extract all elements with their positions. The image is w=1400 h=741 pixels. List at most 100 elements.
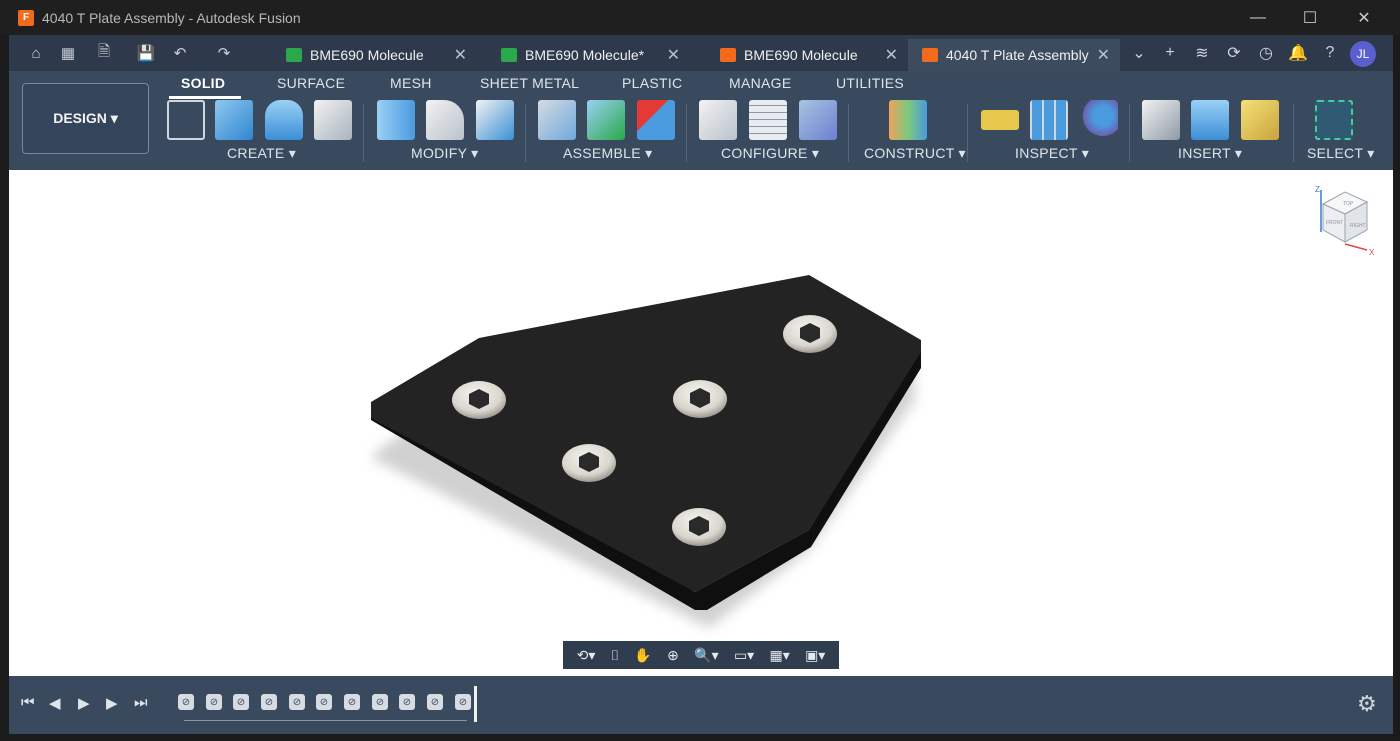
timeline-joint-feature[interactable]: ⊘ bbox=[372, 694, 388, 710]
grid-settings-icon[interactable]: ▦▾ bbox=[770, 647, 790, 664]
go-to-end-icon[interactable]: ⏭ bbox=[134, 694, 148, 711]
display-settings-icon[interactable]: ▭▾ bbox=[734, 647, 754, 664]
help-icon[interactable]: ? bbox=[1314, 35, 1346, 71]
z-axis-label: Z bbox=[1315, 185, 1320, 194]
timeline-position-marker[interactable] bbox=[474, 686, 477, 722]
timeline-joint-feature[interactable]: ⊘ bbox=[261, 694, 277, 710]
file-menu-icon[interactable]: 🗎 bbox=[89, 35, 119, 71]
construct-plane-icon[interactable] bbox=[889, 100, 927, 140]
undo-icon[interactable]: ↶ bbox=[165, 35, 195, 71]
fillet-icon[interactable] bbox=[426, 100, 464, 140]
revolve-icon[interactable] bbox=[265, 100, 303, 140]
configure-part-icon[interactable] bbox=[699, 100, 737, 140]
window-select-icon[interactable] bbox=[1315, 100, 1353, 140]
job-status-clock-icon[interactable]: ◷ bbox=[1250, 35, 1282, 71]
create-group-menu[interactable]: CREATE ▾ bbox=[227, 145, 296, 162]
data-panel-grid-icon[interactable]: ▦ bbox=[53, 35, 83, 71]
shell-icon[interactable] bbox=[476, 100, 514, 140]
fusion-app-icon: F bbox=[18, 9, 34, 26]
save-icon[interactable]: 💾 bbox=[131, 35, 161, 71]
timeline-joint-feature[interactable]: ⊘ bbox=[427, 694, 443, 710]
extensions-icon[interactable]: ⟳ bbox=[1218, 35, 1250, 71]
joint-icon[interactable] bbox=[538, 100, 576, 140]
insert-canvas-image-icon[interactable] bbox=[1191, 100, 1229, 140]
construct-group-menu[interactable]: CONSTRUCT ▾ bbox=[864, 145, 966, 162]
timeline-joint-feature[interactable]: ⊘ bbox=[178, 694, 194, 710]
select-group-menu[interactable]: SELECT ▾ bbox=[1307, 145, 1375, 162]
create-sketch-icon[interactable] bbox=[167, 100, 205, 140]
zoom-icon[interactable]: ⊕ bbox=[667, 647, 679, 664]
tab-bme690-molecule-2[interactable]: BME690 Molecule* ✕ bbox=[487, 39, 690, 71]
tab-4040-t-plate-assembly[interactable]: 4040 T Plate Assembly ✕ bbox=[908, 39, 1120, 71]
model-render bbox=[371, 275, 921, 628]
screw-head bbox=[562, 444, 616, 482]
tab-bme690-molecule-3[interactable]: BME690 Molecule ✕ bbox=[706, 39, 908, 71]
modify-group-menu[interactable]: MODIFY ▾ bbox=[411, 145, 479, 162]
notifications-bell-icon[interactable]: 🔔 bbox=[1282, 35, 1314, 71]
user-avatar[interactable]: JL bbox=[1350, 41, 1376, 67]
3d-canvas-viewport[interactable]: TOP FRONT RIGHT Z X ⟲▾ ⌷ ✋ ⊕ 🔍▾ ▭▾ ▦▾ ▣▾ bbox=[9, 170, 1393, 676]
tab-mesh[interactable]: MESH bbox=[390, 75, 432, 91]
look-at-icon[interactable]: ⌷ bbox=[611, 647, 619, 664]
insert-derive-icon[interactable] bbox=[1142, 100, 1180, 140]
tab-manage[interactable]: MANAGE bbox=[729, 75, 791, 91]
timeline-joint-feature[interactable]: ⊘ bbox=[455, 694, 471, 710]
minimize-button[interactable]: — bbox=[1232, 0, 1284, 35]
design-box-icon bbox=[922, 48, 938, 62]
timeline-joint-feature[interactable]: ⊘ bbox=[344, 694, 360, 710]
design-box-icon bbox=[720, 48, 736, 62]
insert-mesh-icon[interactable] bbox=[1241, 100, 1279, 140]
close-tab-icon[interactable]: ✕ bbox=[885, 45, 898, 65]
step-forward-icon[interactable]: ▶ bbox=[106, 694, 118, 712]
fit-zoom-icon[interactable]: 🔍▾ bbox=[694, 647, 718, 664]
configure-group-menu[interactable]: CONFIGURE ▾ bbox=[721, 145, 819, 162]
as-built-joint-icon[interactable] bbox=[637, 100, 675, 140]
close-tab-icon[interactable]: ✕ bbox=[1097, 45, 1110, 65]
interference-icon[interactable] bbox=[1030, 100, 1068, 140]
insert-group-menu[interactable]: INSERT ▾ bbox=[1178, 145, 1242, 162]
data-icon[interactable]: ≋ bbox=[1186, 35, 1218, 71]
assemble-group-menu[interactable]: ASSEMBLE ▾ bbox=[563, 145, 652, 162]
close-tab-icon[interactable]: ✕ bbox=[454, 45, 467, 65]
document-tab-bar: ⌂ ▦ 🗎 💾 ↶ ↷ BME690 Molecule ✕ BME690 Mol… bbox=[9, 35, 1393, 71]
x-axis-label: X bbox=[1369, 248, 1375, 256]
configuration-rules-icon[interactable] bbox=[799, 100, 837, 140]
close-button[interactable]: ✕ bbox=[1338, 0, 1390, 35]
timeline-joint-feature[interactable]: ⊘ bbox=[233, 694, 249, 710]
tab-solid[interactable]: SOLID bbox=[181, 75, 225, 91]
workspace-switcher-button[interactable]: DESIGN ▾ bbox=[22, 83, 149, 154]
tab-bme690-molecule-1[interactable]: BME690 Molecule ✕ bbox=[272, 39, 477, 71]
tab-sheet-metal[interactable]: SHEET METAL bbox=[480, 75, 579, 91]
section-analysis-icon[interactable] bbox=[1080, 100, 1118, 140]
extrude-icon[interactable] bbox=[215, 100, 253, 140]
screw-head bbox=[673, 380, 727, 418]
tab-plastic[interactable]: PLASTIC bbox=[622, 75, 682, 91]
timeline-joint-feature[interactable]: ⊘ bbox=[206, 694, 222, 710]
timeline-joint-feature[interactable]: ⊘ bbox=[316, 694, 332, 710]
pan-hand-icon[interactable]: ✋ bbox=[634, 647, 651, 664]
viewports-icon[interactable]: ▣▾ bbox=[805, 647, 825, 664]
window-title: 4040 T Plate Assembly - Autodesk Fusion bbox=[42, 9, 301, 26]
hole-box-icon[interactable] bbox=[314, 100, 352, 140]
timeline-joint-feature[interactable]: ⊘ bbox=[289, 694, 305, 710]
maximize-button[interactable]: ☐ bbox=[1284, 0, 1336, 35]
orbit-icon[interactable]: ⟲▾ bbox=[577, 647, 596, 664]
new-component-icon[interactable] bbox=[587, 100, 625, 140]
new-tab-plus-icon[interactable]: + bbox=[1154, 35, 1186, 71]
close-tab-icon[interactable]: ✕ bbox=[667, 45, 680, 65]
press-pull-icon[interactable] bbox=[377, 100, 415, 140]
chevron-down-icon[interactable]: ⌄ bbox=[1123, 35, 1155, 71]
measure-ruler-icon[interactable] bbox=[981, 110, 1019, 130]
timeline-joint-feature[interactable]: ⊘ bbox=[399, 694, 415, 710]
viewcube[interactable]: TOP FRONT RIGHT Z X bbox=[1309, 184, 1381, 256]
tab-utilities[interactable]: UTILITIES bbox=[836, 75, 904, 91]
go-to-start-icon[interactable]: ⏮ bbox=[21, 694, 35, 711]
step-back-icon[interactable]: ◀ bbox=[49, 694, 61, 712]
play-icon[interactable]: ▶ bbox=[78, 694, 90, 712]
home-icon[interactable]: ⌂ bbox=[21, 35, 51, 71]
configuration-table-icon[interactable] bbox=[749, 100, 787, 140]
redo-icon[interactable]: ↷ bbox=[209, 35, 239, 71]
inspect-group-menu[interactable]: INSPECT ▾ bbox=[1015, 145, 1089, 162]
tab-surface[interactable]: SURFACE bbox=[277, 75, 345, 91]
timeline-settings-gear-icon[interactable]: ⚙ bbox=[1357, 691, 1377, 717]
